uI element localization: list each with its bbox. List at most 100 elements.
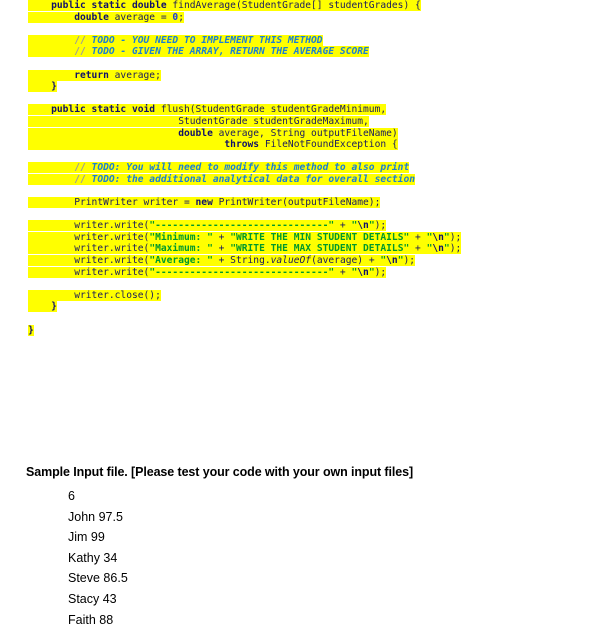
code-line-content: writer.write("--------------------------… [28, 266, 387, 278]
code-line-content: // TODO - YOU NEED TO IMPLEMENT THIS MET… [28, 34, 323, 46]
code-token: PrintWriter writer = [74, 197, 196, 209]
code-line-content: } [28, 324, 34, 336]
line-close-find-average: } [0, 81, 590, 93]
line-flush-param-maximum: StudentGrade studentGradeMaximum, [0, 115, 590, 128]
line-todo-implement-method: // TODO - YOU NEED TO IMPLEMENT THIS MET… [0, 34, 590, 47]
code-token: writer.write( [74, 255, 150, 267]
code-token: ); [449, 243, 462, 255]
code-token: + [334, 266, 352, 278]
code-token: writer.write( [74, 220, 150, 232]
code-token: // [74, 46, 92, 58]
code-token: \n [357, 266, 369, 278]
sample-input-line: Faith 88 [68, 612, 114, 627]
code-token: writer.close(); [74, 289, 161, 301]
line-flush-signature: public static void flush(StudentGrade st… [0, 104, 590, 116]
code-line-content: public static double findAverage(Student… [28, 0, 421, 11]
sample-input-line: Stacy 43 [68, 591, 117, 606]
line-write-maximum: writer.write("Maximum: " + "WRITE THE MA… [0, 243, 590, 255]
code-line-content: double average, String outputFileName) [28, 127, 398, 139]
code-line-content: public static void flush(StudentGrade st… [28, 104, 387, 116]
code-token: \n [357, 220, 369, 232]
line-blank-6 [0, 209, 590, 221]
code-token: + [212, 243, 231, 255]
code-token: + [409, 231, 427, 243]
line-todo-return-average: // TODO - GIVEN THE ARRAY, RETURN THE AV… [0, 46, 590, 58]
line-close-class: } [0, 324, 590, 337]
code-token: ; [178, 11, 184, 23]
code-token: TODO - YOU NEED TO IMPLEMENT THIS METHOD [91, 34, 323, 46]
code-token: + String. [212, 255, 271, 267]
code-token: // [74, 162, 92, 174]
code-token: public static void [51, 104, 161, 116]
code-token: FileNotFoundException { [264, 139, 398, 151]
line-find-average-signature: public static double findAverage(Student… [0, 0, 590, 12]
java-code-listing: public static double findAverage(Student… [0, 0, 590, 336]
line-close-flush: } [0, 301, 590, 313]
line-double-average-init: double average = 0; [0, 11, 590, 24]
code-line-content: writer.write("Average: " + String.valueO… [28, 255, 416, 267]
code-token: double [74, 11, 115, 23]
line-writer-close: writer.close(); [0, 289, 590, 302]
code-line-content: writer.write("--------------------------… [28, 220, 387, 232]
code-token: } [51, 81, 57, 93]
code-line-content: writer.write("Minimum: " + "WRITE THE MI… [28, 231, 462, 243]
line-blank-2 [0, 58, 590, 70]
sample-input-line: Steve 86.5 [68, 571, 128, 586]
code-token: PrintWriter(outputFileName); [218, 197, 381, 209]
code-token: "WRITE THE MAX STUDENT DETAILS" [230, 243, 410, 255]
code-line-content: // TODO: You will need to modify this me… [28, 162, 410, 174]
sample-input-line: Kathy 34 [68, 550, 118, 565]
code-line-content: // TODO - GIVEN THE ARRAY, RETURN THE AV… [28, 46, 369, 58]
code-token: "Minimum: " [149, 231, 213, 243]
code-token: double [178, 127, 219, 139]
code-token: average, String outputFileName) [218, 127, 398, 139]
code-token: ); [449, 231, 462, 243]
code-token: public static double [51, 0, 173, 11]
code-token: throws [224, 139, 265, 151]
line-blank-7 [0, 278, 590, 290]
line-printwriter-new: PrintWriter writer = new PrintWriter(out… [0, 197, 590, 209]
sample-input-line: Jim 99 [68, 530, 105, 545]
line-write-separator-bottom: writer.write("--------------------------… [0, 266, 590, 279]
code-line-content: writer.write("Maximum: " + "WRITE THE MA… [28, 243, 462, 255]
code-line-content: PrintWriter writer = new PrintWriter(out… [28, 197, 381, 209]
line-write-separator-top: writer.write("--------------------------… [0, 220, 590, 232]
sample-input-heading: Sample Input file. [Please test your cod… [26, 465, 414, 479]
code-line-content: return average; [28, 69, 161, 81]
line-blank-3 [0, 93, 590, 105]
code-token: ); [403, 255, 416, 267]
code-token: findAverage(StudentGrade[] studentGrades… [172, 0, 421, 11]
code-token: } [51, 301, 57, 313]
code-token: return [74, 69, 115, 81]
code-token: "Maximum: " [149, 243, 213, 255]
code-token: } [28, 324, 34, 336]
code-line-content: } [28, 301, 57, 313]
line-flush-param-average: double average, String outputFileName) [0, 127, 590, 140]
code-line-content: double average = 0; [28, 11, 184, 23]
sample-input-section: Sample Input file. [Please test your cod… [0, 464, 590, 630]
code-token: writer.write( [74, 243, 150, 255]
code-token: // [74, 34, 92, 46]
code-token: TODO: the additional analytical data for… [91, 173, 415, 185]
line-blank-1 [0, 23, 590, 35]
code-token: + [334, 220, 352, 232]
code-token: "Average: " [149, 255, 213, 267]
code-line-content: StudentGrade studentGradeMaximum, [28, 115, 369, 127]
code-token: flush(StudentGrade studentGradeMinimum, [160, 104, 387, 116]
code-token: \n [432, 243, 444, 255]
line-todo-modify-method: // TODO: You will need to modify this me… [0, 162, 590, 174]
code-token: + [212, 231, 231, 243]
